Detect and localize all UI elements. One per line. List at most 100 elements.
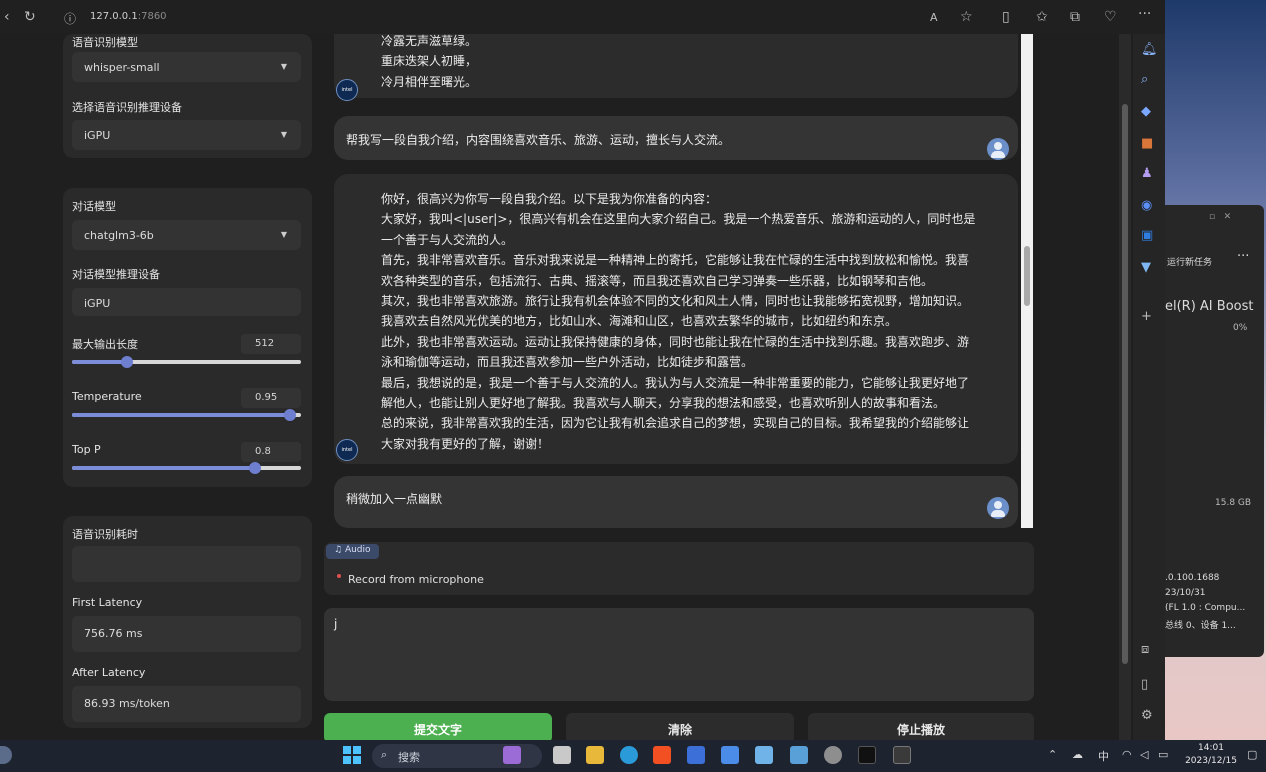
top-p-value[interactable]: 0.8 xyxy=(241,442,301,462)
collections-icon[interactable]: ⧉ xyxy=(1070,9,1080,25)
top-p-thumb[interactable] xyxy=(249,462,262,474)
widgets-icon[interactable] xyxy=(503,746,521,764)
top-p-slider[interactable] xyxy=(72,462,301,474)
max-length-value[interactable]: 512 xyxy=(241,334,301,354)
chat-scrollbar-thumb[interactable] xyxy=(1024,246,1030,306)
monitor-icon[interactable] xyxy=(790,746,808,764)
refresh-icon[interactable]: ↻ xyxy=(24,9,36,25)
clock-date: 2023/12/15 xyxy=(1185,756,1237,766)
wifi-icon[interactable]: ◠ xyxy=(1122,748,1132,761)
speaker-icon[interactable]: ◁ xyxy=(1140,748,1148,761)
max-length-label: 最大输出长度 xyxy=(72,338,138,351)
clock-time: 14:01 xyxy=(1198,743,1224,753)
ime-indicator[interactable]: 中 xyxy=(1098,748,1109,764)
gradio-page: 语音识别模型 whisper-small ▼ 选择语音识别推理设备 iGPU ▼… xyxy=(0,34,1133,740)
app-icon[interactable] xyxy=(721,746,739,764)
start-square-icon xyxy=(353,756,361,764)
screenshot-icon[interactable]: ⧈ xyxy=(1141,642,1149,657)
chat-model-value: chatglm3-6b xyxy=(84,229,154,242)
clock[interactable]: 14:01 2023/12/15 xyxy=(1183,742,1239,768)
battery-icon[interactable]: ▭ xyxy=(1158,748,1168,761)
capcut-icon[interactable] xyxy=(858,746,876,764)
sidebar-toggle-icon[interactable]: ▯ xyxy=(1141,677,1148,692)
task-view-icon[interactable] xyxy=(553,746,571,764)
temperature-thumb[interactable] xyxy=(283,409,296,421)
first-latency-label: First Latency xyxy=(72,596,143,609)
max-length-thumb[interactable] xyxy=(120,356,133,368)
run-task-label[interactable]: 运行新任务 xyxy=(1167,255,1212,268)
copilot-icon[interactable]: ◉ xyxy=(1141,198,1152,213)
people-icon[interactable]: ♟ xyxy=(1141,166,1153,181)
back-arrow-icon[interactable]: ‹ xyxy=(4,9,10,25)
latency-panel: 语音识别耗时 First Latency 756.76 ms After Lat… xyxy=(63,516,312,728)
task-manager-window: ▫ ✕ 运行新任务 ··· el(R) AI Boost 0% 15.8 GB … xyxy=(1165,205,1264,657)
record-dot-icon[interactable] xyxy=(337,574,341,578)
chat-device-value: iGPU xyxy=(84,297,111,310)
chatbot: 冷露无声滋草绿。 重床迭架人初睡， 冷月相伴至曙光。 intel 帮我写一段自我… xyxy=(324,34,1034,528)
top-p-label: Top P xyxy=(72,443,101,456)
add-icon[interactable]: + xyxy=(1141,309,1152,324)
weather-icon[interactable] xyxy=(0,746,12,764)
split-screen-icon[interactable]: ▯ xyxy=(1002,9,1010,25)
asr-time-label: 语音识别耗时 xyxy=(72,528,138,541)
temperature-value[interactable]: 0.95 xyxy=(241,388,301,408)
audio-badge: ♫ Audio xyxy=(326,544,379,559)
search-icon[interactable]: ⌕ xyxy=(1141,72,1148,87)
outlook-icon[interactable]: ▣ xyxy=(1141,228,1153,243)
user-message-1-text: 帮我写一段自我介绍，内容围绕喜欢音乐、旅游、运动，擅长与人交流。 xyxy=(346,133,731,147)
chevron-up-icon[interactable]: ⌃ xyxy=(1048,748,1057,761)
url-host: 127.0.0.1 xyxy=(90,11,138,22)
start-button[interactable] xyxy=(343,746,361,764)
more-icon[interactable]: ··· xyxy=(1237,249,1249,264)
page-scrollbar-thumb[interactable] xyxy=(1122,104,1128,664)
usage-percent: 0% xyxy=(1233,323,1248,333)
favorites-icon[interactable]: ✩ xyxy=(1036,9,1048,25)
submit-button[interactable]: 提交文字 xyxy=(324,713,552,740)
tag-icon[interactable]: ◆ xyxy=(1141,104,1151,119)
bot-message-poem-text: 冷露无声滋草绿。 重床迭架人初睡， 冷月相伴至曙光。 xyxy=(381,34,478,89)
notification-icon[interactable]: ▢ xyxy=(1247,748,1257,761)
audio-badge-label: Audio xyxy=(344,545,371,555)
max-length-fill xyxy=(72,360,127,364)
asr-device-value: iGPU xyxy=(84,129,111,142)
favorite-star-icon[interactable]: ☆ xyxy=(960,9,973,25)
chat-device-dropdown[interactable]: iGPU xyxy=(72,288,301,316)
terminal-icon[interactable] xyxy=(893,746,911,764)
file-explorer-icon[interactable] xyxy=(586,746,604,764)
stop-playback-button[interactable]: 停止播放 xyxy=(808,713,1034,740)
asr-model-dropdown[interactable]: whisper-small ▼ xyxy=(72,52,301,82)
page-scrollbar[interactable] xyxy=(1119,34,1131,740)
health-icon[interactable]: ♡ xyxy=(1104,9,1117,25)
notepad-icon[interactable] xyxy=(755,746,773,764)
chat-scrollbar[interactable] xyxy=(1021,34,1033,528)
briefcase-icon[interactable]: ■ xyxy=(1141,136,1153,151)
device-title: el(R) AI Boost xyxy=(1165,299,1254,314)
info-icon[interactable]: ⓘ xyxy=(64,10,76,27)
temperature-slider[interactable] xyxy=(72,409,301,421)
asr-model-label: 语音识别模型 xyxy=(72,36,138,49)
vscode-icon[interactable] xyxy=(687,746,705,764)
asr-device-dropdown[interactable]: iGPU ▼ xyxy=(72,120,301,150)
chat-settings-panel: 对话模型 chatglm3-6b ▼ 对话模型推理设备 iGPU 最大输出长度 … xyxy=(63,188,312,487)
record-microphone-button[interactable]: Record from microphone xyxy=(348,573,484,586)
edge-sidebar: 🔔︎ ⌕ ◆ ■ ♟ ◉ ▣ ▼ + ⧈ ▯ ⚙ xyxy=(1133,34,1165,740)
user-avatar-icon xyxy=(987,497,1009,519)
first-latency-field: 756.76 ms xyxy=(72,616,301,652)
address-bar[interactable]: 127.0.0.1:7860 xyxy=(90,11,167,22)
settings-icon[interactable]: ⚙ xyxy=(1141,708,1153,723)
read-aloud-icon[interactable]: A xyxy=(930,11,938,24)
settings-gear-icon[interactable] xyxy=(824,746,842,764)
edge-icon[interactable] xyxy=(620,746,638,764)
max-length-slider[interactable] xyxy=(72,356,301,368)
bell-icon[interactable]: 🔔︎ xyxy=(1141,42,1158,57)
window-controls[interactable]: ▫ ✕ xyxy=(1209,212,1231,222)
chat-model-dropdown[interactable]: chatglm3-6b ▼ xyxy=(72,220,301,250)
drop-icon[interactable]: ▼ xyxy=(1141,260,1151,275)
driver-date: 23/10/31 xyxy=(1165,588,1206,598)
more-menu-icon[interactable]: ··· xyxy=(1138,6,1151,22)
clear-button[interactable]: 清除 xyxy=(566,713,794,740)
text-input[interactable]: j xyxy=(324,608,1034,701)
cloud-icon[interactable]: ☁ xyxy=(1072,748,1083,761)
store-icon[interactable] xyxy=(653,746,671,764)
temperature-fill xyxy=(72,413,290,417)
